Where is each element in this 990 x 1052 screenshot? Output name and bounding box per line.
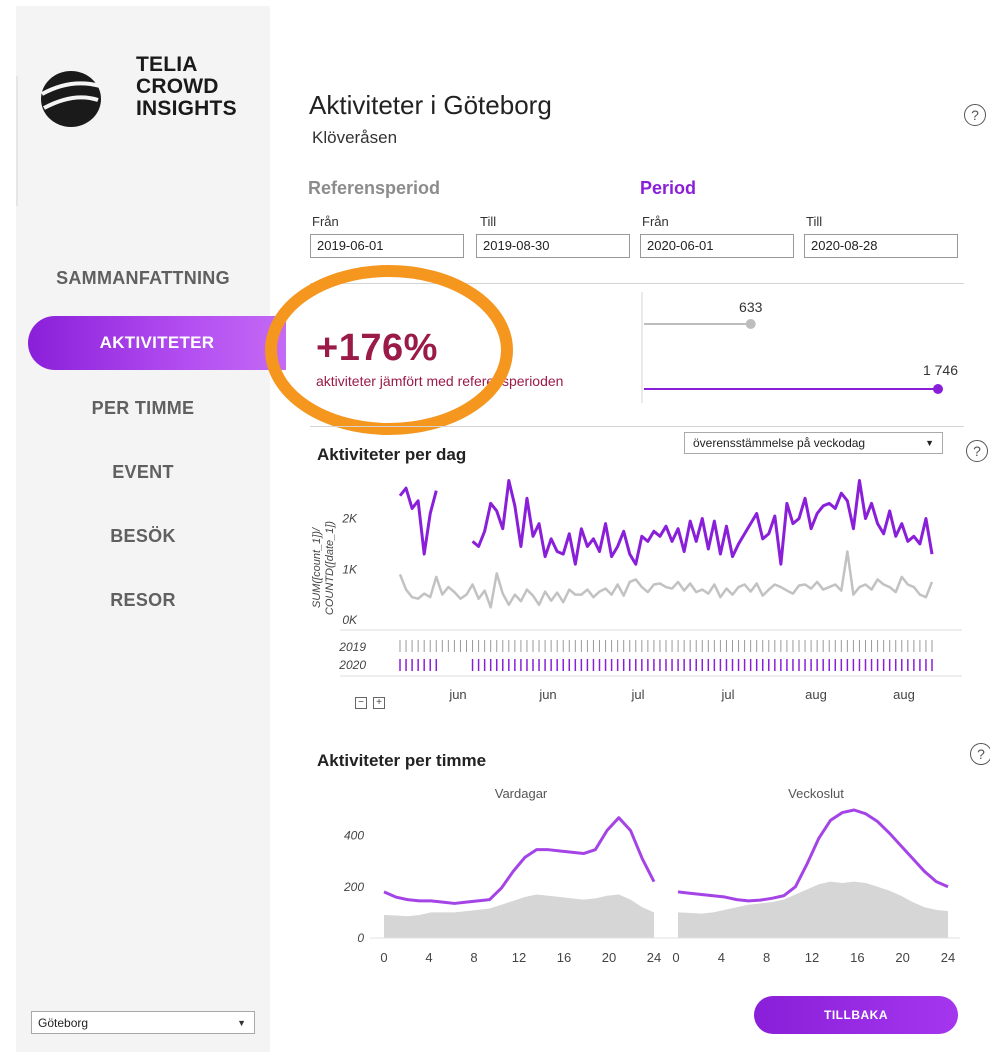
nav-besok[interactable]: BESÖK <box>16 526 270 547</box>
chevron-down-icon: ▼ <box>925 438 934 448</box>
hour-xtick-right: 24 <box>941 950 955 965</box>
month-label: aug <box>893 687 915 702</box>
hour-xtick-right: 8 <box>763 950 770 965</box>
per-day-chart: SUM([count_1])/ COUNTD([date_1]) 2K1K0K … <box>311 479 962 702</box>
chevron-down-icon: ▼ <box>237 1018 246 1028</box>
nav-aktiviteter[interactable]: AKTIVITETER <box>28 316 286 370</box>
zoom-out-button[interactable]: − <box>355 697 367 709</box>
help-icon[interactable]: ? <box>964 104 986 126</box>
per-hour-title: Aktiviteter per timme <box>317 751 487 770</box>
month-label: aug <box>805 687 827 702</box>
month-label: jun <box>448 687 466 702</box>
per-day-ytick: 2K <box>341 512 358 526</box>
comparison-bars: 633 1 746 <box>641 292 958 403</box>
per-hour-ytick: 0 <box>357 931 364 945</box>
divider-mid <box>310 426 964 427</box>
period-value: 1 746 <box>923 362 958 378</box>
hour-xtick-right: 12 <box>805 950 819 965</box>
city-select[interactable]: Göteborg ▼ <box>31 1011 255 1034</box>
hour-xtick-right: 0 <box>672 950 679 965</box>
per-day-title: Aktiviteter per dag <box>317 445 467 464</box>
match-dropdown[interactable]: överensstämmelse på veckodag ▼ <box>684 432 943 454</box>
period-dot <box>933 384 943 394</box>
hour-xtick-left: 20 <box>602 950 616 965</box>
per-day-ylabel-1: SUM([count_1])/ <box>311 527 323 608</box>
hour-xtick-left: 16 <box>557 950 571 965</box>
per-hour-ytick: 400 <box>344 829 364 843</box>
per-day-ytick: 1K <box>342 562 358 576</box>
per-day-ylabel-2: COUNTD([date_1]) <box>324 521 336 615</box>
nav-per-timme[interactable]: PER TIMME <box>16 398 270 419</box>
hour-xtick-right: 16 <box>850 950 864 965</box>
panel-title-veckoslut: Veckoslut <box>788 786 844 801</box>
reference-dot <box>745 319 756 329</box>
hour-xtick-left: 8 <box>470 950 477 965</box>
hour-xtick-left: 4 <box>425 950 432 965</box>
period-from-label: Från <box>642 214 669 229</box>
page-title: Aktiviteter i Göteborg <box>309 90 552 120</box>
brand-line-3: INSIGHTS <box>136 97 237 120</box>
series-line-2020 <box>398 486 438 556</box>
per-day-help-icon[interactable]: ? <box>966 440 988 462</box>
brand-line-1: TELIA <box>136 53 198 76</box>
period-to-field[interactable]: 2020-08-28 <box>804 234 958 258</box>
per-hour-help-icon[interactable]: ? <box>970 743 990 765</box>
match-dropdown-value: överensstämmelse på veckodag <box>693 436 866 450</box>
hour-xtick-left: 24 <box>647 950 661 965</box>
row-label-2019: 2019 <box>338 640 366 654</box>
reference-from-field[interactable]: 2019-06-01 <box>310 234 464 258</box>
hour-xtick-left: 0 <box>380 950 387 965</box>
month-label: jul <box>720 687 734 702</box>
highlight-ring <box>265 265 513 435</box>
hour-xtick-right: 4 <box>718 950 725 965</box>
period-heading: Period <box>640 178 697 198</box>
hour-xtick-right: 20 <box>895 950 909 965</box>
nav-event[interactable]: EVENT <box>16 462 270 483</box>
telia-logo-icon <box>41 71 101 127</box>
page-subtitle: Klöveråsen <box>312 128 398 147</box>
period-from-field[interactable]: 2020-06-01 <box>640 234 794 258</box>
reference-from-label: Från <box>312 214 339 229</box>
panel-title-vardagar: Vardagar <box>495 786 548 801</box>
line-2020-vardagar <box>383 816 656 905</box>
period-to-label: Till <box>806 214 823 229</box>
per-hour-ytick: 200 <box>343 880 364 894</box>
nav-sammanfattning[interactable]: SAMMANFATTNING <box>16 268 270 289</box>
sidebar-edge <box>16 76 18 206</box>
city-select-value: Göteborg <box>38 1016 89 1030</box>
reference-to-label: Till <box>480 214 497 229</box>
reference-heading: Referensperiod <box>308 178 441 198</box>
zoom-in-button[interactable]: + <box>373 697 385 709</box>
reference-to-field[interactable]: 2019-08-30 <box>476 234 630 258</box>
area-2019-veckoslut <box>678 881 948 938</box>
row-label-2020: 2020 <box>338 658 366 672</box>
series-line-2020 <box>471 479 934 566</box>
reference-value: 633 <box>739 299 763 315</box>
month-label: jul <box>630 687 644 702</box>
nav-resor[interactable]: RESOR <box>16 590 270 611</box>
hour-xtick-left: 12 <box>512 950 526 965</box>
month-label: jun <box>538 687 556 702</box>
per-day-ytick: 0K <box>342 613 358 627</box>
series-line-2019 <box>398 550 934 609</box>
per-hour-chart: Vardagar Veckoslut 400 200 0 0 4 8 12 16 20 24 0 4… <box>343 786 960 965</box>
brand-wordmark: TELIA CROWD INSIGHTS <box>136 54 237 120</box>
brand-line-2: CROWD <box>136 75 219 98</box>
back-button[interactable]: TILLBAKA <box>754 996 958 1034</box>
